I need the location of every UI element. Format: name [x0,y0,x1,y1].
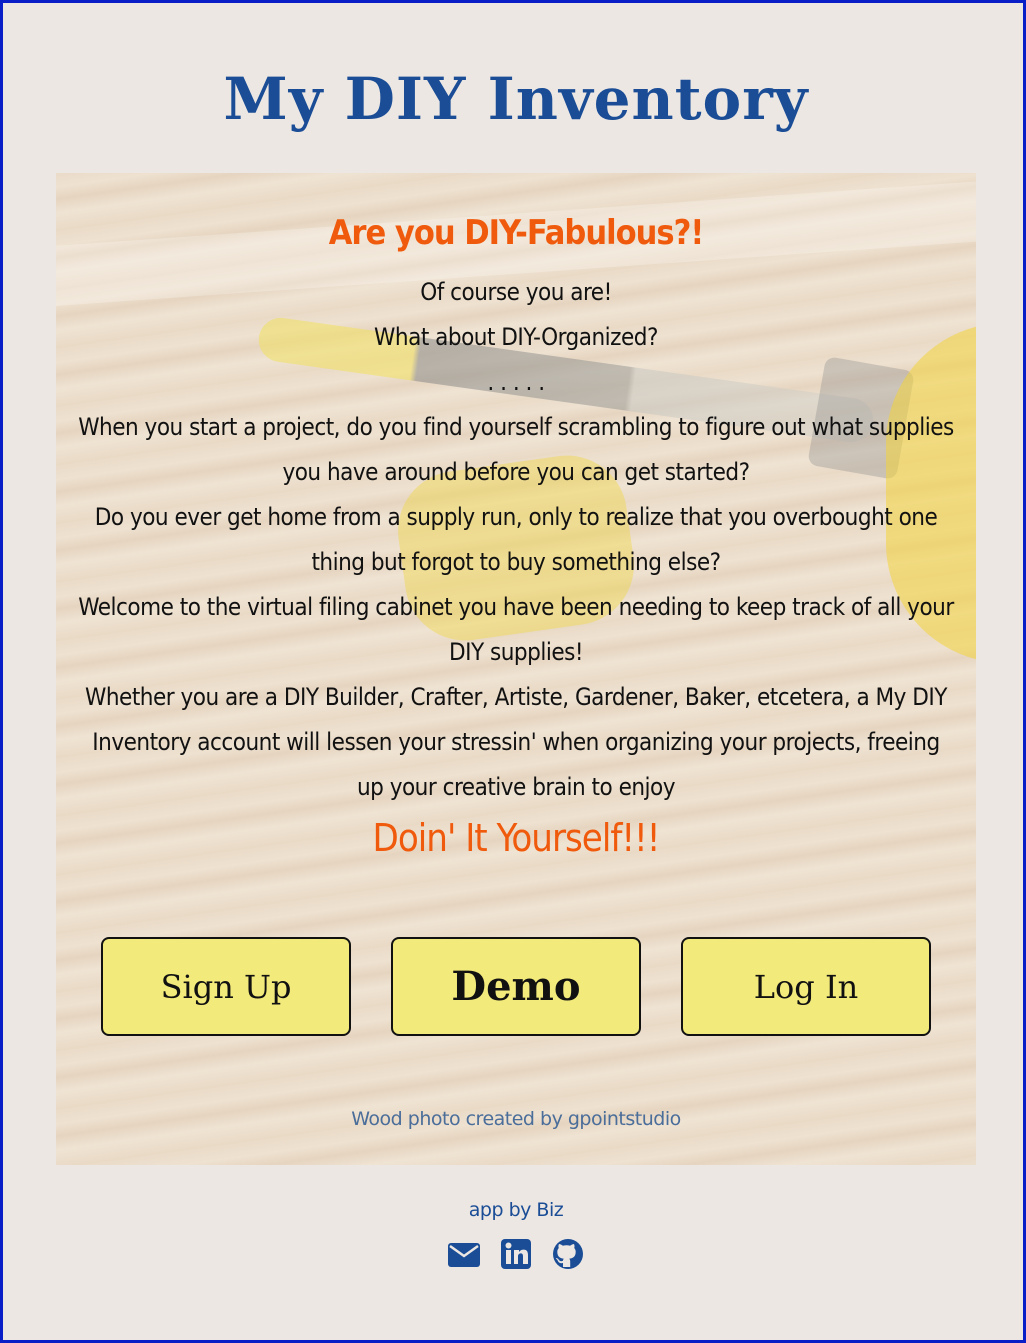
linkedin-icon-graphic [501,1239,531,1269]
ellipsis-line: . . . . . [487,368,545,396]
hero-closing: Doin' It Yourself!!! [372,816,661,860]
github-icon-graphic [553,1239,583,1269]
github-icon[interactable] [551,1237,585,1271]
linkedin-icon[interactable] [499,1237,533,1271]
whether-paragraph: Whether you are a DIY Builder, Crafter, … [85,683,947,801]
footer-credit: app by Biz [468,1199,564,1221]
hero-panel: Are you DIY-Fabulous?! Of course you are… [56,173,976,1165]
scrambling-paragraph: When you start a project, do you find yo… [78,413,954,486]
sign-up-button[interactable]: Sign Up [101,937,351,1036]
page-frame: My DIY Inventory Are you DIY-Fabulous?! … [0,0,1026,1343]
intro-line: Of course you are! [420,278,612,306]
question-line: What about DIY-Organized? [374,323,658,351]
site-title: My DIY Inventory [223,65,809,133]
demo-button[interactable]: Demo [391,937,641,1036]
log-in-button[interactable]: Log In [681,937,931,1036]
welcome-paragraph: Welcome to the virtual filing cabinet yo… [78,593,954,666]
social-links [3,1237,1026,1271]
hero-tagline: Are you DIY-Fabulous?! [328,213,705,253]
supply-run-paragraph: Do you ever get home from a supply run, … [94,503,938,576]
envelope-icon[interactable] [447,1237,481,1271]
envelope-icon-graphic [448,1243,480,1267]
photo-credit-link[interactable]: Wood photo created by gpointstudio [56,1108,976,1130]
